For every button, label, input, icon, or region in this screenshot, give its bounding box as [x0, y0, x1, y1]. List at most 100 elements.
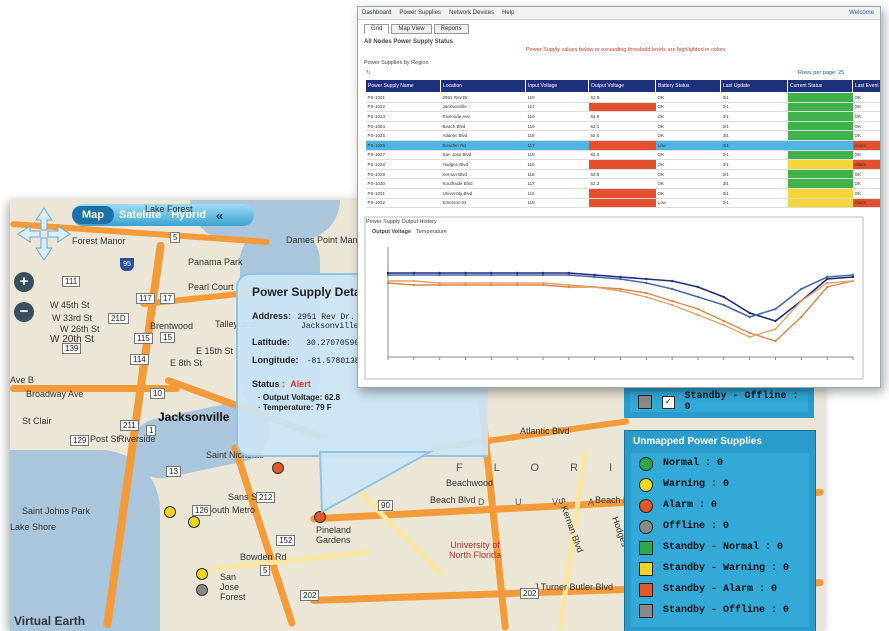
standby-offline-checkbox[interactable]: ✓ — [661, 395, 675, 409]
data-point[interactable] — [722, 319, 726, 323]
data-point[interactable] — [748, 331, 751, 335]
route-shield: 114 — [130, 354, 149, 365]
data-point[interactable] — [722, 295, 726, 299]
data-point[interactable] — [748, 315, 751, 319]
data-point[interactable] — [464, 273, 467, 277]
data-point[interactable] — [438, 273, 441, 277]
series-line[interactable] — [388, 272, 854, 322]
data-point[interactable] — [515, 281, 519, 285]
data-point[interactable] — [567, 273, 571, 277]
data-point[interactable] — [696, 295, 700, 299]
route-shield: 17 — [160, 293, 175, 304]
data-point[interactable] — [696, 285, 700, 289]
map-label: Bowden Rd — [240, 552, 287, 562]
route-shield: 5 — [170, 232, 181, 243]
legend-standby-offline[interactable]: Standby - Offline : 0 — [631, 600, 809, 621]
data-point[interactable] — [490, 281, 493, 285]
interstate-shield: 95 — [120, 258, 134, 271]
power-supply-pin[interactable] — [196, 568, 208, 580]
popup-pointer — [318, 451, 434, 514]
map-label: San Jose Forest — [220, 572, 246, 602]
data-point[interactable] — [800, 299, 803, 303]
data-point[interactable] — [825, 281, 829, 285]
data-point[interactable] — [567, 283, 571, 287]
map-label: W 33rd St — [52, 313, 93, 323]
data-point[interactable] — [748, 335, 751, 339]
data-point[interactable] — [619, 277, 622, 281]
data-point[interactable] — [670, 279, 674, 283]
data-point[interactable] — [722, 303, 726, 307]
legend-label: Warning : 0 — [663, 479, 730, 490]
data-point[interactable] — [412, 273, 416, 277]
data-point[interactable] — [774, 307, 777, 311]
power-supply-pin[interactable] — [188, 516, 200, 528]
data-point[interactable] — [541, 273, 545, 277]
data-point[interactable] — [645, 281, 648, 285]
power-supply-pin[interactable] — [196, 584, 208, 596]
power-supply-pin[interactable] — [272, 462, 284, 474]
data-point[interactable] — [670, 287, 674, 291]
data-point[interactable] — [670, 303, 674, 307]
data-point[interactable] — [645, 291, 648, 295]
data-point[interactable] — [645, 277, 648, 281]
virtual-earth-logo: Virtual Earth — [14, 614, 86, 628]
map-type-map[interactable]: Map — [72, 206, 114, 224]
data-point[interactable] — [800, 287, 803, 291]
legend-offline[interactable]: Offline : 0 — [631, 516, 809, 537]
legend-standby-alarm[interactable]: Standby - Alarm : 0 — [631, 579, 809, 600]
data-point[interactable] — [825, 285, 829, 289]
data-point[interactable] — [541, 281, 545, 285]
power-supply-pin[interactable] — [164, 506, 176, 518]
data-point[interactable] — [774, 339, 777, 343]
legend-standby-normal[interactable]: Standby - Normal : 0 — [631, 537, 809, 558]
map-label: Brentwood — [150, 321, 194, 331]
data-point[interactable] — [670, 299, 674, 303]
data-point[interactable] — [696, 313, 700, 317]
data-point[interactable] — [696, 307, 700, 311]
longitude-label: Longitude: — [252, 355, 299, 365]
map-label: Lake Forest — [145, 204, 193, 214]
data-point[interactable] — [774, 327, 777, 331]
map-city-label: Jacksonville — [158, 410, 230, 424]
chart-frame — [364, 216, 864, 380]
data-point[interactable] — [851, 279, 855, 283]
legend-warning[interactable]: Warning : 0 — [631, 474, 809, 495]
data-point[interactable] — [851, 273, 855, 277]
pan-control[interactable] — [16, 206, 72, 262]
data-point[interactable] — [645, 295, 648, 299]
series-line[interactable] — [388, 274, 854, 318]
legend-standby-warning[interactable]: Standby - Warning : 0 — [631, 558, 809, 579]
data-point[interactable] — [490, 273, 493, 277]
route-shield: 139 — [62, 343, 82, 354]
data-point[interactable] — [619, 289, 622, 293]
pan-arrows-icon[interactable] — [16, 206, 72, 262]
data-point[interactable] — [722, 323, 726, 327]
map-label: Panama Park — [188, 257, 243, 267]
map-label: Dames Point Manor — [286, 235, 366, 245]
zoom-in-button[interactable]: + — [14, 272, 34, 292]
data-point[interactable] — [825, 275, 829, 279]
data-point[interactable] — [515, 273, 519, 277]
legend-normal[interactable]: Normal : 0 — [631, 453, 809, 474]
legend-standby-offline-row[interactable]: ✓ Standby - Offline : 0 — [630, 391, 808, 413]
data-point[interactable] — [593, 275, 596, 279]
data-point[interactable] — [800, 315, 803, 319]
unmapped-power-supplies-panel: Unmapped Power Supplies Normal : 0 Warni… — [624, 430, 816, 631]
data-point[interactable] — [386, 273, 390, 277]
map-label: Ave B — [10, 375, 34, 385]
map-label: Pineland Gardens — [316, 525, 352, 545]
map-label: University of North Florida — [448, 540, 502, 560]
legend-alarm[interactable]: Alarm : 0 — [631, 495, 809, 516]
data-point[interactable] — [748, 311, 751, 315]
data-point[interactable] — [412, 283, 416, 287]
data-point[interactable] — [464, 281, 467, 285]
data-point[interactable] — [774, 319, 777, 323]
zoom-out-button[interactable]: − — [14, 302, 34, 322]
data-point[interactable] — [412, 279, 416, 283]
data-point[interactable] — [438, 281, 441, 285]
collapse-button[interactable]: « — [211, 208, 228, 223]
data-point[interactable] — [386, 279, 390, 283]
data-point[interactable] — [593, 285, 596, 289]
route-shield: 126 — [192, 505, 212, 516]
status-label: Status : — [252, 379, 286, 389]
